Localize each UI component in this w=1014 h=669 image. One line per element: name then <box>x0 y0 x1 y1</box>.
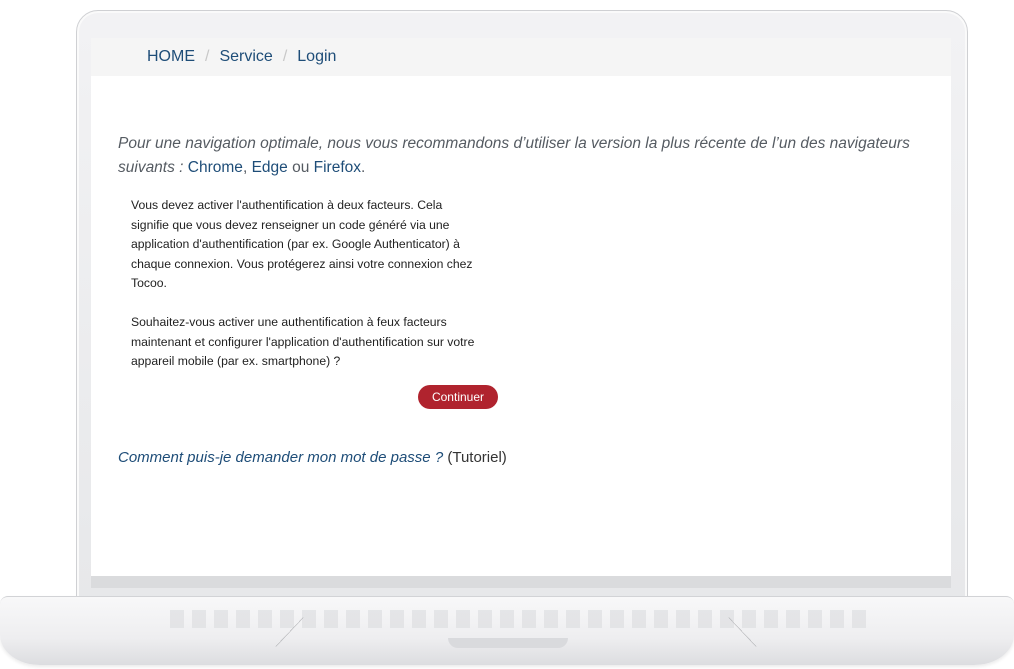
browser-notice: Pour une navigation optimale, nous vous … <box>118 132 927 180</box>
notice-comma: , <box>242 159 248 176</box>
screen: HOME / Service / Login Pour une navigati… <box>91 38 951 576</box>
breadcrumb-home-link[interactable]: HOME <box>147 48 195 66</box>
screen-bezel-bottom <box>91 576 951 588</box>
continue-button[interactable]: Continuer <box>417 384 498 409</box>
twofa-question: Souhaitez-vous activer une authentificat… <box>131 314 475 369</box>
breadcrumb-separator: / <box>282 48 288 65</box>
tutorial-label: (Tutoriel) <box>447 448 507 466</box>
breadcrumb: HOME / Service / Login <box>91 38 951 76</box>
lid-notch <box>448 638 568 648</box>
chrome-link[interactable]: Chrome <box>188 159 243 176</box>
password-help-link[interactable]: Comment puis-je demander mon mot de pass… <box>118 449 443 466</box>
password-help: Comment puis-je demander mon mot de pass… <box>118 449 927 466</box>
notice-conjunction: ou <box>292 159 310 176</box>
edge-link[interactable]: Edge <box>252 159 288 176</box>
breadcrumb-current-login: Login <box>297 48 337 65</box>
breadcrumb-service-link[interactable]: Service <box>219 48 272 66</box>
twofa-explanation: Vous devez activer l'authentification à … <box>131 198 473 291</box>
main-content: Pour une navigation optimale, nous vous … <box>91 76 951 466</box>
continue-button-wrap: Continuer <box>131 384 498 409</box>
laptop-mockup: HOME / Service / Login Pour une navigati… <box>0 0 1014 669</box>
notice-period: . <box>361 159 366 176</box>
firefox-link[interactable]: Firefox <box>314 159 361 176</box>
breadcrumb-separator: / <box>205 48 210 65</box>
